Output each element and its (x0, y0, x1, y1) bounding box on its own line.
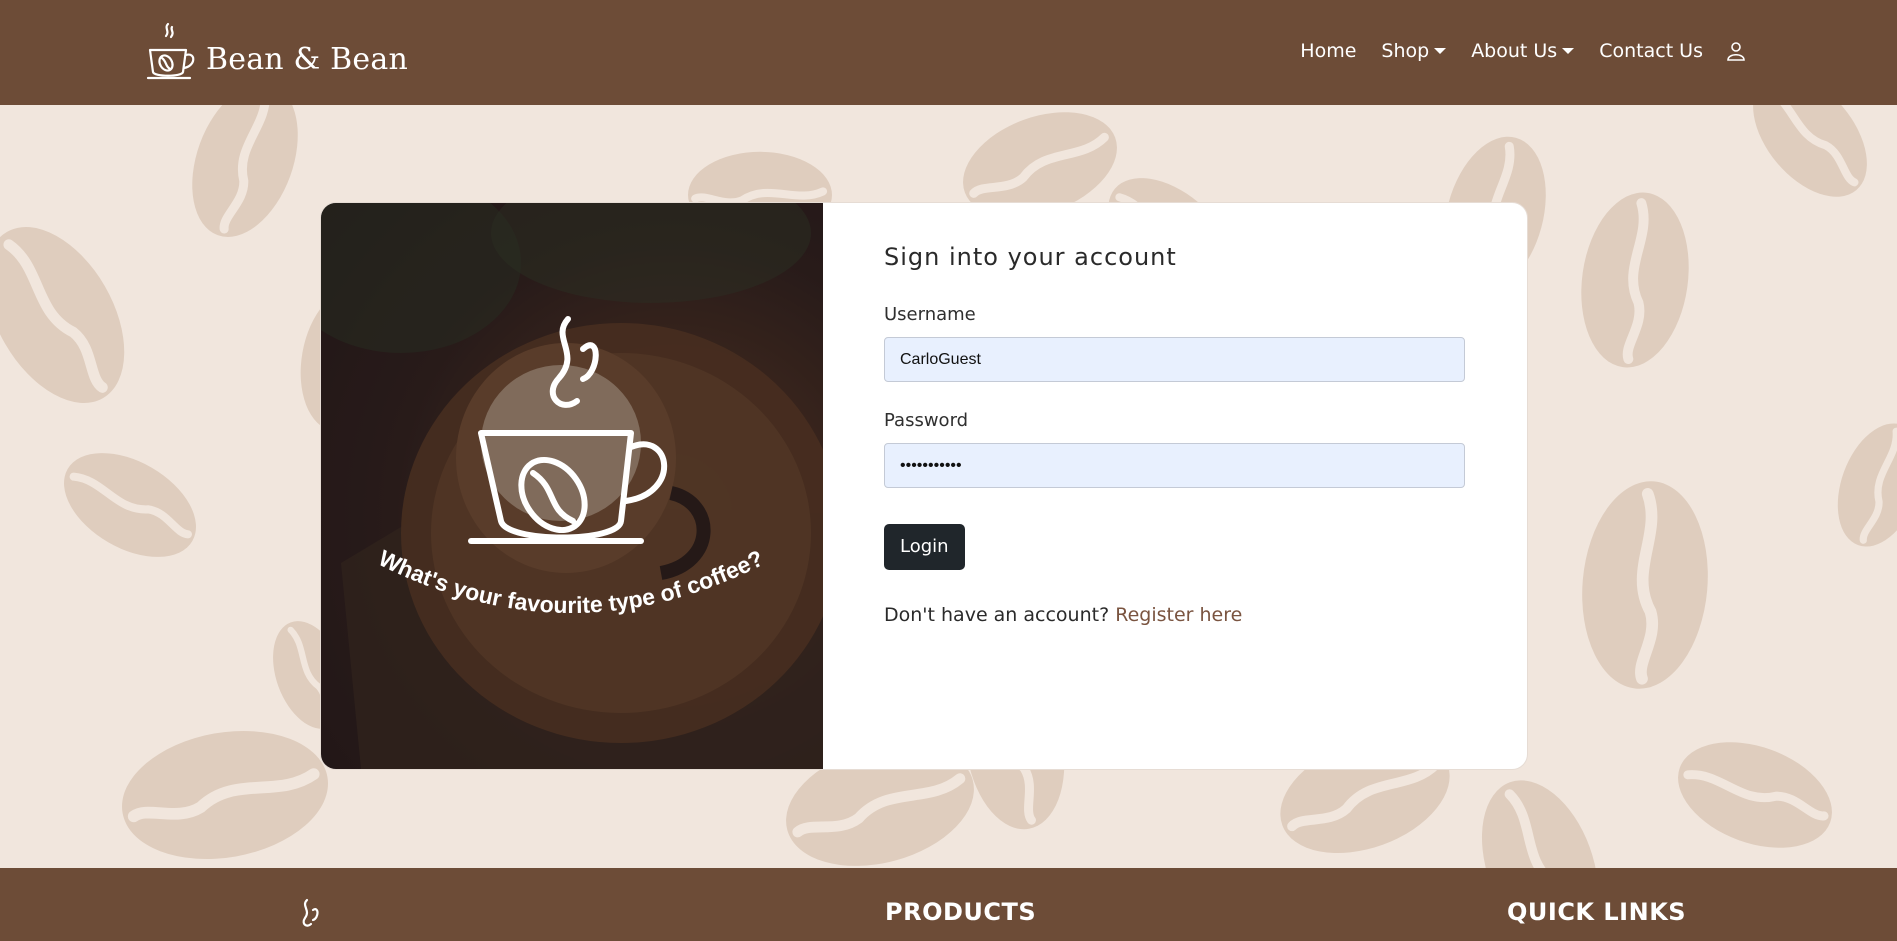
footer-products-heading: PRODUCTS (885, 898, 1037, 926)
coffee-cup-logo-icon (146, 22, 196, 88)
username-label: Username (884, 304, 976, 325)
nav-shop-label: Shop (1381, 40, 1430, 62)
login-form: Sign into your account Username CarloGue… (884, 243, 1467, 626)
main-nav: Home Shop About Us Contact Us (1275, 40, 1746, 62)
username-group: Username CarloGuest (884, 304, 1467, 382)
login-button[interactable]: Login (884, 524, 965, 570)
user-icon[interactable] (1726, 41, 1746, 61)
register-prompt: Don't have an account? (884, 604, 1110, 626)
password-label: Password (884, 410, 969, 431)
login-heading: Sign into your account (884, 243, 1177, 271)
coffee-hero-image: What's your favourite type of coffee? (321, 203, 823, 769)
register-link[interactable]: Register here (1115, 604, 1242, 626)
brand-link[interactable]: Bean & Bean (146, 22, 408, 88)
nav-about-dropdown[interactable]: About Us (1471, 40, 1575, 62)
register-line: Don't have an account? Register here (884, 604, 1467, 626)
brand-name: Bean & Bean (206, 41, 408, 77)
footer: PRODUCTS QUICK LINKS (0, 868, 1897, 941)
login-card: What's your favourite type of coffee? Si… (320, 202, 1528, 770)
caret-down-icon (1434, 48, 1447, 54)
password-group: Password ••••••••••• (884, 410, 1467, 488)
nav-home-label: Home (1300, 40, 1357, 62)
nav-shop-dropdown[interactable]: Shop (1381, 40, 1447, 62)
caret-down-icon (1562, 48, 1575, 54)
nav-home[interactable]: Home (1300, 40, 1356, 62)
nav-contact-label: Contact Us (1599, 40, 1703, 62)
nav-contact[interactable]: Contact Us (1599, 40, 1703, 62)
footer-quick-links-heading: QUICK LINKS (1507, 898, 1687, 926)
password-input[interactable]: ••••••••••• (884, 443, 1465, 488)
coffee-steam-logo-icon (293, 898, 323, 941)
nav-about-label: About Us (1471, 40, 1558, 62)
header: Bean & Bean Home Shop About Us Contact U… (0, 0, 1897, 105)
username-input[interactable]: CarloGuest (884, 337, 1465, 382)
